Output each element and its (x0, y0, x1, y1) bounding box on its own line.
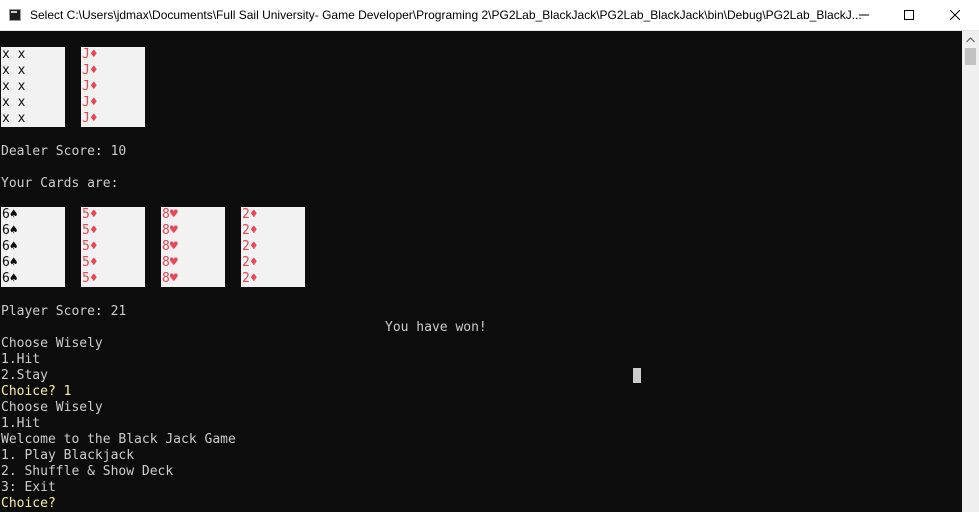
console-line: 1.Hit (1, 352, 41, 367)
card-row: 6♠ (2, 207, 18, 222)
maximize-icon (903, 10, 914, 20)
close-icon (949, 10, 960, 20)
vertical-scrollbar[interactable] (962, 31, 979, 512)
console-line: Choose Wisely (1, 336, 103, 351)
console-line: 2.Stay (1, 368, 48, 383)
card-row: x x (2, 111, 26, 126)
close-button[interactable] (932, 0, 977, 30)
card-row: 6♠ (2, 271, 18, 286)
player-card: 8♥ 8♥ 8♥ 8♥ 8♥ (161, 207, 225, 287)
card-row: 5♦ (82, 207, 98, 222)
card-row: 6♠ (2, 255, 18, 270)
card-row: 6♠ (2, 239, 18, 254)
card-row: 2♦ (242, 239, 258, 254)
player-cards-heading: Your Cards are: (1, 176, 119, 191)
console-line: Choice? (1, 496, 56, 511)
card-row: 2♦ (242, 207, 258, 222)
player-score: Player Score: 21 (1, 304, 127, 319)
player-card: 5♦ 5♦ 5♦ 5♦ 5♦ (81, 207, 145, 287)
card-row: 2♦ (242, 255, 258, 270)
title-bar: Select C:\Users\jdmax\Documents\Full Sai… (0, 0, 979, 31)
card-row: J♦ (82, 63, 98, 78)
text-cursor (633, 368, 641, 383)
card-row: 8♥ (162, 271, 178, 286)
dealer-score: Dealer Score: 10 (1, 144, 127, 159)
console-line: Choose Wisely (1, 400, 103, 415)
card-row: 5♦ (82, 255, 98, 270)
console-line: 3: Exit (1, 480, 56, 495)
console-icon[interactable] (9, 9, 21, 21)
card-row: x x (2, 63, 26, 78)
console-line: 1.Hit (1, 416, 41, 431)
card-row: J♦ (82, 111, 98, 126)
card-row: 6♠ (2, 223, 18, 238)
console-line: Choice? 1 (1, 384, 72, 399)
chevron-up-icon (966, 36, 975, 42)
card-row: 8♥ (162, 239, 178, 254)
console-line: 1. Play Blackjack (1, 448, 135, 463)
dealer-card: J♦ J♦ J♦ J♦ J♦ (81, 47, 145, 127)
card-row: J♦ (82, 79, 98, 94)
card-row: 8♥ (162, 223, 178, 238)
card-row: 2♦ (242, 223, 258, 238)
console-line: 2. Shuffle & Show Deck (1, 464, 174, 479)
card-row: J♦ (82, 95, 98, 110)
card-row: x x (2, 47, 26, 62)
dealer-card: x x x x x x x x x x (1, 47, 65, 127)
console-line: Welcome to the Black Jack Game (1, 432, 236, 447)
console-output[interactable]: x x x x x x x x x x J♦ J♦ J♦ J♦ J♦ Deale… (0, 31, 962, 512)
maximize-button[interactable] (886, 0, 931, 30)
player-card: 6♠ 6♠ 6♠ 6♠ 6♠ (1, 207, 65, 287)
scrollbar-thumb[interactable] (965, 48, 976, 65)
player-card: 2♦ 2♦ 2♦ 2♦ 2♦ (241, 207, 305, 287)
card-row: 8♥ (162, 255, 178, 270)
card-row: 8♥ (162, 207, 178, 222)
card-row: 5♦ (82, 239, 98, 254)
card-row: 5♦ (82, 271, 98, 286)
card-row: x x (2, 95, 26, 110)
card-row: 5♦ (82, 223, 98, 238)
scroll-up-button[interactable] (962, 31, 979, 48)
minimize-icon (858, 14, 869, 16)
minimize-button[interactable] (841, 0, 886, 30)
card-row: x x (2, 79, 26, 94)
result-message: You have won! (385, 320, 487, 335)
window-title: Select C:\Users\jdmax\Documents\Full Sai… (30, 8, 862, 22)
card-row: 2♦ (242, 271, 258, 286)
card-row: J♦ (82, 47, 98, 62)
